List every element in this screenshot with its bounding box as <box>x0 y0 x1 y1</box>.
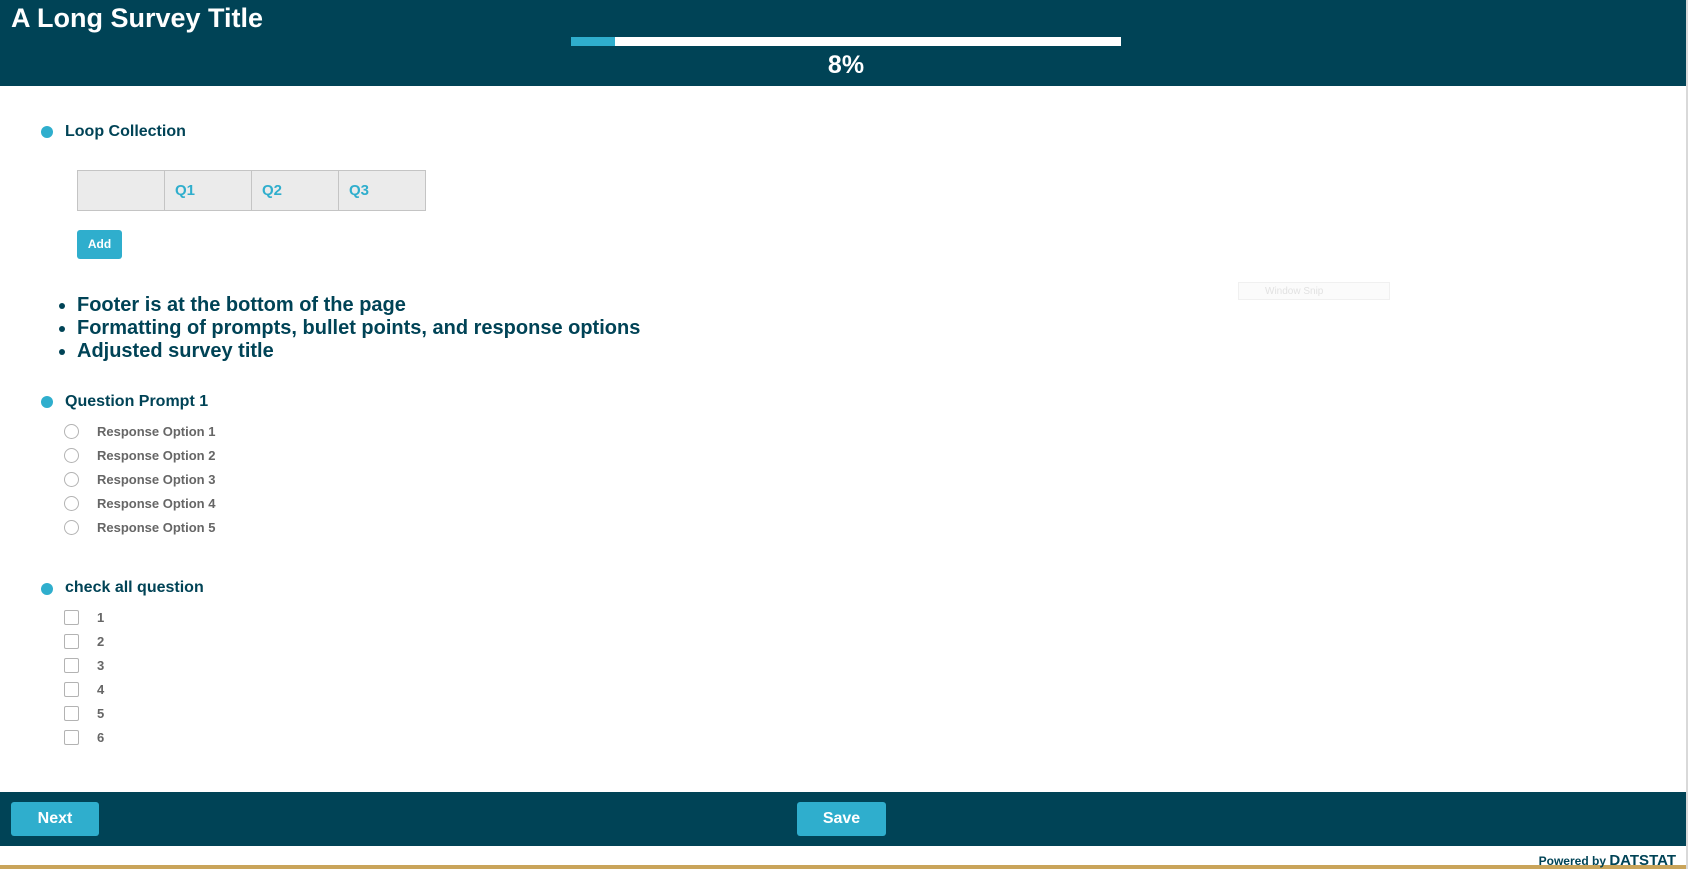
survey-page: A Long Survey Title 8% Loop Collection Q… <box>0 0 1688 869</box>
notes-list: Footer is at the bottom of the page Form… <box>35 294 640 363</box>
checkbox[interactable] <box>64 705 79 721</box>
window-snip-overlay: Window Snip <box>1238 282 1390 300</box>
radio-option[interactable]: Response Option 5 <box>64 517 215 537</box>
table-header-row: Q1 Q2 Q3 <box>77 170 426 211</box>
checkbox-option[interactable]: 6 <box>64 727 104 747</box>
checkbox-option[interactable]: 2 <box>64 631 104 651</box>
radio-button[interactable] <box>64 519 79 535</box>
option-label: Response Option 4 <box>97 495 216 511</box>
checkbox-option[interactable]: 3 <box>64 655 104 675</box>
list-item: Footer is at the bottom of the page <box>77 294 640 317</box>
radio-button[interactable] <box>64 495 79 511</box>
loop-collection-table: Q1 Q2 Q3 <box>77 170 426 211</box>
option-label: 4 <box>97 681 105 697</box>
powered-by-label: Powered by DATSTAT <box>1539 853 1676 869</box>
radio-button[interactable] <box>64 471 79 487</box>
option-label: Response Option 5 <box>97 519 216 535</box>
table-header-cell-q1: Q1 <box>164 170 252 211</box>
powered-by-prefix: Powered by <box>1538 854 1606 868</box>
checkbox-option[interactable]: 4 <box>64 679 104 699</box>
checkbox-option[interactable]: 1 <box>64 607 104 627</box>
list-item: Adjusted survey title <box>77 340 640 363</box>
checkbox-option[interactable]: 5 <box>64 703 104 723</box>
checkbox[interactable] <box>64 729 79 745</box>
next-button[interactable]: Next <box>11 802 99 836</box>
question-1-prompt: Question Prompt 1 <box>65 393 209 410</box>
question-2-prompt: check all question <box>65 579 204 596</box>
prompt-bullet-icon <box>41 126 53 138</box>
progress-bar <box>571 37 1121 46</box>
datstat-logo: DATSTAT <box>1609 852 1676 869</box>
checkbox[interactable] <box>64 657 79 673</box>
option-label: Response Option 3 <box>97 471 216 487</box>
checkbox[interactable] <box>64 633 79 649</box>
table-header-cell-blank <box>77 170 165 211</box>
option-label: Response Option 2 <box>97 447 216 463</box>
option-label: 6 <box>97 729 105 745</box>
progress-percent: 8% <box>827 51 865 79</box>
save-button[interactable]: Save <box>797 802 886 836</box>
table-header-cell-q3: Q3 <box>338 170 426 211</box>
option-label: 3 <box>97 657 105 673</box>
survey-title: A Long Survey Title <box>11 3 264 33</box>
option-label: 5 <box>97 705 105 721</box>
add-button[interactable]: Add <box>77 230 122 259</box>
radio-option[interactable]: Response Option 2 <box>64 445 215 465</box>
table-header-cell-q2: Q2 <box>251 170 339 211</box>
option-label: Response Option 1 <box>97 423 216 439</box>
prompt-bullet-icon <box>41 583 53 595</box>
progress-bar-fill <box>571 37 615 46</box>
bottom-divider <box>0 865 1688 869</box>
loop-collection-prompt: Loop Collection <box>65 123 186 140</box>
survey-header: A Long Survey Title 8% <box>0 0 1686 86</box>
list-item: Formatting of prompts, bullet points, an… <box>77 317 640 340</box>
radio-button[interactable] <box>64 447 79 463</box>
radio-option[interactable]: Response Option 4 <box>64 493 215 513</box>
option-label: 1 <box>97 609 105 625</box>
option-label: 2 <box>97 633 105 649</box>
checkbox[interactable] <box>64 681 79 697</box>
prompt-bullet-icon <box>41 396 53 408</box>
survey-footer: Next Save <box>0 792 1686 846</box>
checkbox[interactable] <box>64 609 79 625</box>
radio-option[interactable]: Response Option 3 <box>64 469 215 489</box>
radio-button[interactable] <box>64 423 79 439</box>
radio-option[interactable]: Response Option 1 <box>64 421 215 441</box>
